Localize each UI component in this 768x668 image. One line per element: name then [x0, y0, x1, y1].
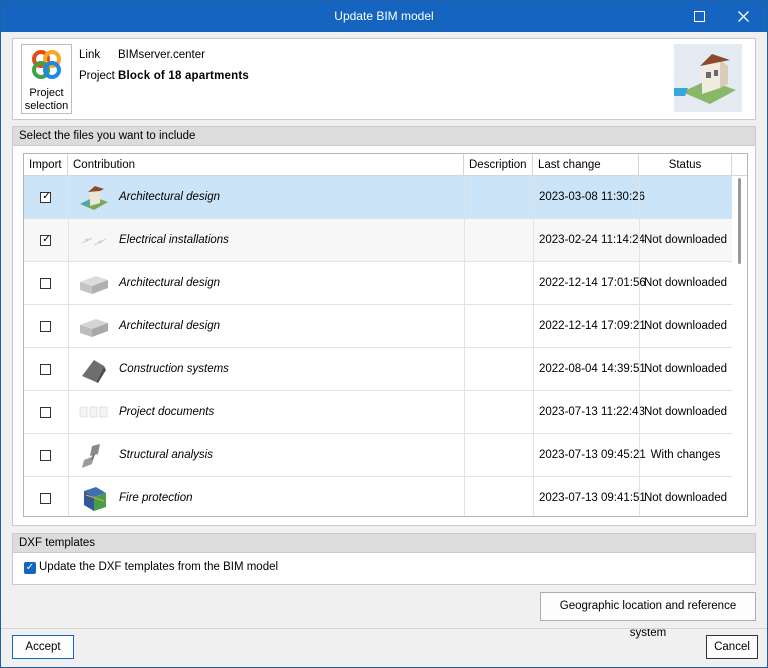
maximize-icon [693, 11, 705, 22]
column-description[interactable]: Description [464, 154, 533, 176]
last-change: 2022-08-04 14:39:51 [539, 363, 646, 375]
close-icon [737, 11, 749, 22]
house-thumbnail-icon [669, 44, 742, 112]
files-section: Select the files you want to include Imp… [12, 126, 756, 526]
import-checkbox[interactable] [40, 364, 51, 375]
import-checkbox[interactable] [40, 493, 51, 504]
scrollbar-thumb[interactable] [738, 178, 741, 264]
project-value: Block of 18 apartments [118, 70, 249, 82]
import-checkbox[interactable] [40, 321, 51, 332]
project-header: Project selection Link BIMserver.center … [12, 38, 756, 120]
status: Not downloaded [643, 406, 728, 418]
import-checkbox[interactable] [40, 407, 51, 418]
window-title: Update BIM model [334, 9, 434, 23]
files-section-title: Select the files you want to include [13, 127, 755, 146]
import-checkbox[interactable] [40, 450, 51, 461]
dxf-update-checkbox[interactable]: ✓ [24, 562, 36, 574]
column-status[interactable]: Status [639, 154, 732, 176]
building-model-icon [80, 319, 108, 337]
status: With changes [650, 449, 721, 461]
contribution-name: Architectural design [119, 320, 220, 332]
table-row[interactable]: Project documents 2023-07-13 11:22:43 No… [24, 391, 732, 434]
column-import[interactable]: Import [24, 154, 68, 176]
last-change: 2023-07-13 09:45:21 [539, 449, 646, 461]
last-change: 2022-12-14 17:09:21 [539, 320, 646, 332]
last-change: 2023-02-24 11:14:24 [539, 234, 645, 246]
contributions-table: Import Contribution Description Last cha… [23, 153, 748, 517]
title-bar: Update BIM model [1, 1, 767, 32]
contribution-name: Construction systems [119, 363, 229, 375]
checkmark-icon: ✓ [42, 191, 51, 202]
status: Not downloaded [643, 492, 728, 504]
column-last-change[interactable]: Last change [533, 154, 639, 176]
status: Not downloaded [643, 277, 728, 289]
dxf-section: DXF templates ✓ Update the DXF templates… [12, 533, 756, 585]
last-change: 2023-07-13 09:41:51 [539, 492, 646, 504]
column-contribution[interactable]: Contribution [68, 154, 464, 176]
contribution-name: Architectural design [119, 191, 220, 203]
dxf-section-title: DXF templates [13, 534, 755, 553]
documents-icon [79, 406, 108, 418]
house-model-icon [80, 186, 108, 210]
status: Not downloaded [643, 363, 728, 375]
import-checkbox[interactable]: ✓ [40, 234, 51, 246]
last-change: 2023-03-08 11:30:26 [539, 191, 645, 203]
contribution-name: Fire protection [119, 492, 193, 504]
link-label: Link [79, 49, 101, 61]
table-row[interactable]: ✓ Electrical installations 2023-02-24 11… [24, 219, 732, 262]
checkmark-icon: ✓ [42, 234, 51, 245]
contribution-name: Architectural design [119, 277, 220, 289]
table-row[interactable]: Architectural design 2022-12-14 17:01:56… [24, 262, 732, 305]
import-checkbox[interactable] [40, 278, 51, 289]
building-model-icon [80, 276, 108, 294]
maximize-button[interactable] [677, 1, 721, 32]
dxf-update-label[interactable]: Update the DXF templates from the BIM mo… [39, 561, 278, 573]
table-row[interactable]: ✓ Architectural design 2023-03-08 11:30:… [24, 176, 732, 219]
import-checkbox[interactable]: ✓ [40, 191, 51, 203]
geographic-location-button[interactable]: Geographic location and reference system [540, 592, 756, 639]
checkmark-icon: ✓ [25, 562, 35, 573]
status: Not downloaded [643, 234, 728, 246]
project-label: Project [79, 70, 115, 82]
last-change: 2022-12-14 17:01:56 [539, 277, 646, 289]
status: Not downloaded [643, 320, 728, 332]
contribution-name: Project documents [119, 406, 215, 418]
table-row[interactable]: Fire protection 2023-07-13 09:41:51 Not … [24, 477, 732, 516]
contribution-name: Structural analysis [119, 449, 213, 461]
link-value: BIMserver.center [118, 49, 205, 61]
table-row[interactable]: Construction systems 2022-08-04 14:39:51… [24, 348, 732, 391]
project-selection-label-line2: selection [24, 100, 69, 112]
electrical-model-icon [81, 237, 107, 246]
project-selection-label-line1: Project [29, 87, 64, 99]
close-button[interactable] [721, 1, 765, 32]
accept-button[interactable]: Accept [12, 635, 74, 659]
table-scrollbar[interactable] [732, 176, 747, 516]
project-selection-button[interactable]: Project selection [21, 44, 72, 114]
structure-model-icon [82, 444, 100, 468]
table-row[interactable]: Architectural design 2022-12-14 17:09:21… [24, 305, 732, 348]
project-thumbnail [669, 44, 742, 112]
table-row[interactable]: Structural analysis 2023-07-13 09:45:21 … [24, 434, 732, 477]
cancel-button[interactable]: Cancel [706, 635, 758, 659]
table-header: Import Contribution Description Last cha… [24, 154, 747, 176]
contribution-name: Electrical installations [119, 234, 229, 246]
fire-protection-model-icon [84, 487, 106, 511]
construction-model-icon [82, 360, 106, 383]
status [639, 176, 732, 219]
bimserver-logo-icon [32, 50, 61, 79]
update-bim-model-dialog: Update BIM model Project selection Link … [0, 0, 768, 668]
last-change: 2023-07-13 11:22:43 [539, 406, 645, 418]
footer-divider [1, 628, 767, 629]
